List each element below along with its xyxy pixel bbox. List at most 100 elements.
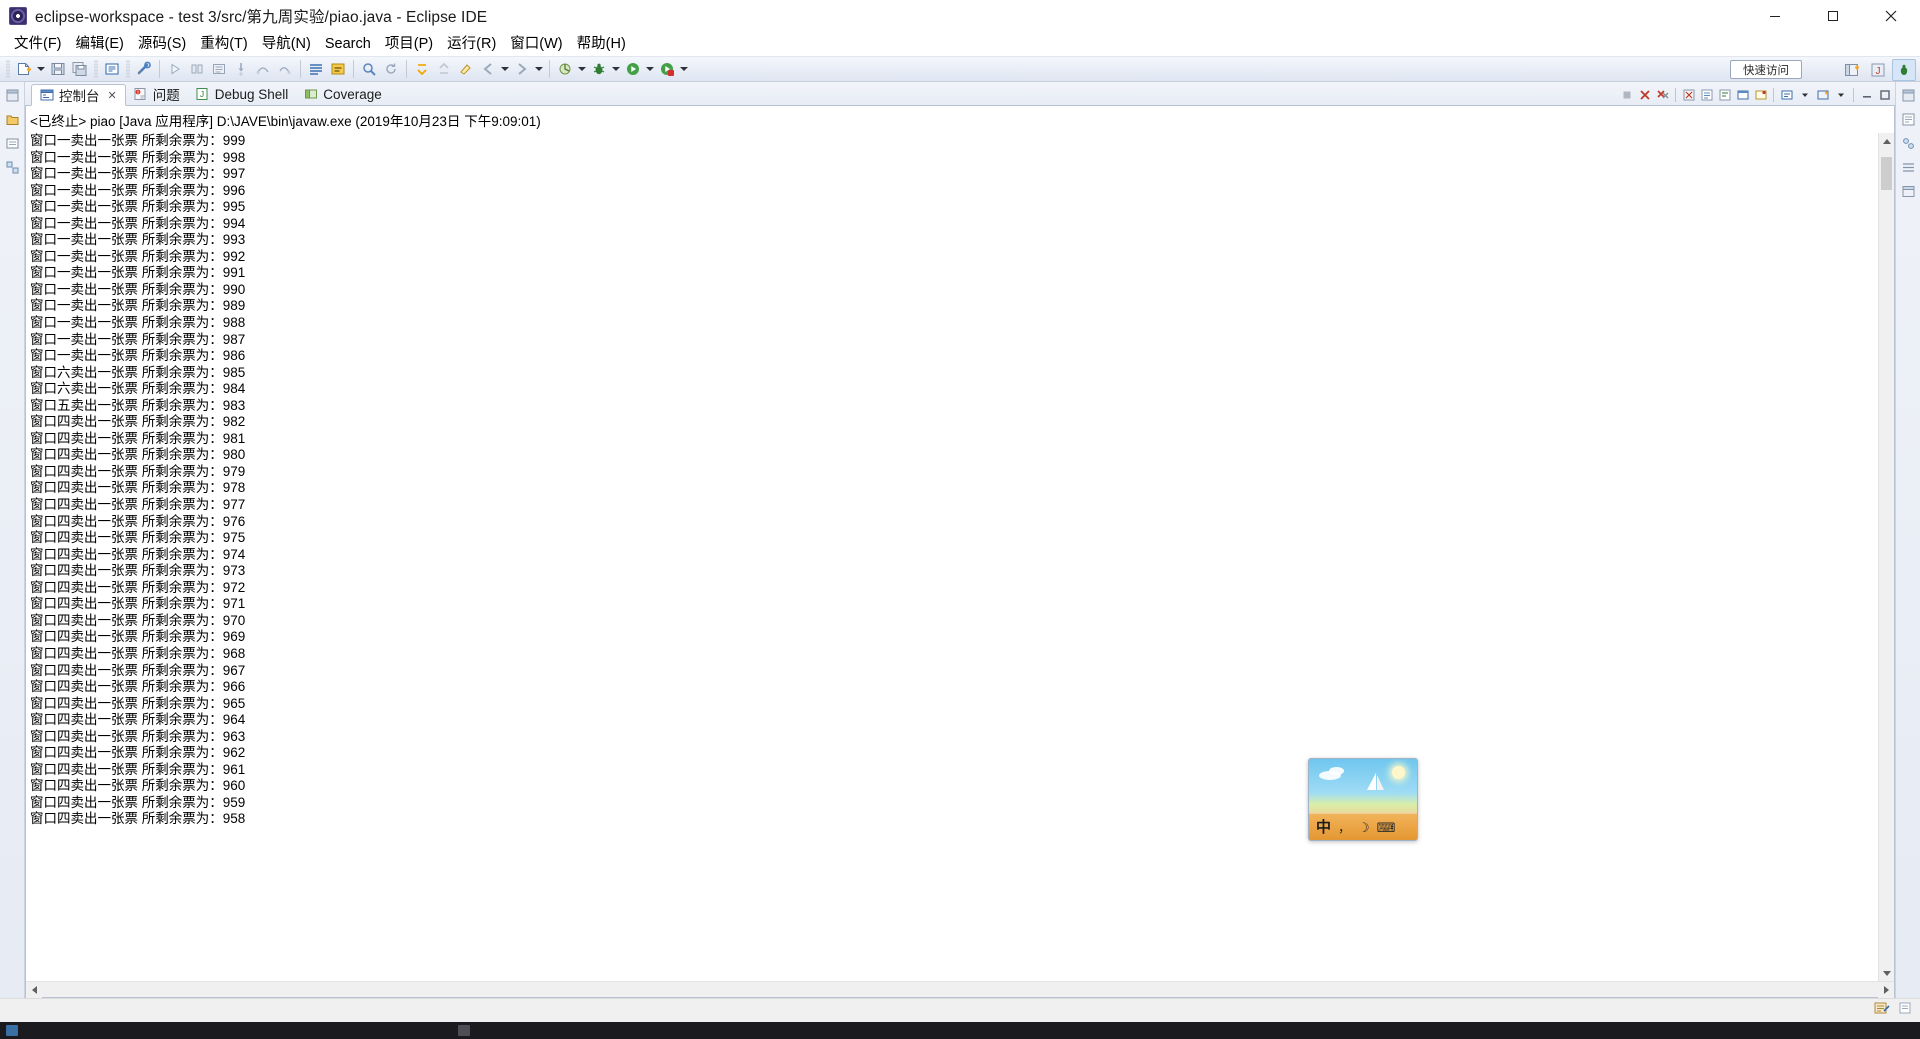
last-edit-location-icon[interactable] [455,58,477,80]
tab-problems[interactable]: 问题 [126,83,188,105]
menu-edit[interactable]: 编辑(E) [69,34,131,55]
history-icon[interactable] [380,58,402,80]
menu-project[interactable]: 项目(P) [378,34,440,55]
restore-icon[interactable] [3,86,22,105]
scroll-lock-icon[interactable] [1698,85,1715,104]
taskbar-item-1[interactable] [6,1025,18,1036]
debug-dropdown-icon[interactable] [610,58,622,80]
step-return-icon[interactable] [274,58,296,80]
console-line: 窗口一卖出一张票 所剩余票为：986 [30,348,246,364]
forward-dropdown-icon[interactable] [533,58,545,80]
minimize-view-icon[interactable] [1858,85,1875,104]
toolbar-grip-3[interactable] [126,60,130,78]
display-selected-console-icon[interactable] [1778,85,1795,104]
debug-icon[interactable] [588,58,610,80]
new-wizard-icon[interactable] [13,58,35,80]
coverage-icon[interactable] [554,58,576,80]
view-toolbar-separator-1 [1675,87,1676,102]
open-console-dropdown-icon[interactable] [1832,85,1849,104]
scroll-right-button[interactable] [1878,981,1894,998]
next-annotation-icon[interactable] [411,58,433,80]
toolbar-grip-2[interactable] [94,60,98,78]
toolbar-separator-4 [406,60,407,78]
previous-annotation-icon[interactable] [433,58,455,80]
vertical-scroll-thumb[interactable] [1881,157,1892,190]
save-icon[interactable] [47,58,69,80]
toggle-breakpoint-icon[interactable] [208,58,230,80]
debug-perspective-icon[interactable] [1892,59,1916,81]
maximize-button[interactable] [1804,0,1862,33]
search-icon[interactable] [358,58,380,80]
remove-launch-icon[interactable] [1636,85,1653,104]
external-tools-dropdown-icon[interactable] [678,58,690,80]
back-icon[interactable] [477,58,499,80]
new-wizard-dropdown-icon[interactable] [35,58,47,80]
taskbar-item-2[interactable] [458,1025,470,1036]
outline-icon[interactable] [3,158,22,177]
menu-file[interactable]: 文件(F) [7,34,69,55]
scroll-down-button[interactable] [1879,965,1894,981]
panel-view-icon[interactable] [1899,182,1918,201]
ime-keyboard[interactable]: ⌨ [1377,821,1396,834]
task-list-icon[interactable] [1899,110,1918,129]
build-icon[interactable] [133,58,155,80]
coverage-dropdown-icon[interactable] [576,58,588,80]
menu-help[interactable]: 帮助(H) [570,34,633,55]
console-horizontal-scrollbar[interactable] [26,981,1894,998]
outline-right-icon[interactable] [1899,134,1918,153]
quick-access-input[interactable]: 快速访问 [1730,60,1802,79]
console-line: 窗口一卖出一张票 所剩余票为：998 [30,149,246,165]
menu-source[interactable]: 源码(S) [131,34,193,55]
java-perspective-icon[interactable]: J [1866,59,1890,81]
pin-console-icon[interactable] [1752,85,1769,104]
scroll-up-button[interactable] [1879,133,1894,149]
tab-debug-shell[interactable]: J Debug Shell [188,83,297,105]
project-explorer-icon[interactable] [3,134,22,153]
tab-console-close-icon[interactable]: ✕ [108,89,117,102]
menu-search[interactable]: Search [318,34,378,55]
package-explorer-icon[interactable] [3,110,22,129]
skip-breakpoints-icon[interactable] [186,58,208,80]
javadoc-icon[interactable] [327,58,349,80]
display-console-dropdown-icon[interactable] [1796,85,1813,104]
ime-mode-chinese[interactable]: 中 [1316,820,1331,835]
console-output-text[interactable]: 窗口一卖出一张票 所剩余票为：999 窗口一卖出一张票 所剩余票为：998 窗口一卖… [26,133,1878,981]
scroll-left-button[interactable] [26,981,42,998]
show-console-on-output-icon[interactable] [1734,85,1751,104]
vertical-scroll-track[interactable] [1879,149,1894,965]
ime-moon[interactable]: ☽ [1358,821,1370,834]
run-last-tool-icon[interactable] [164,58,186,80]
open-perspective-icon[interactable] [1840,59,1864,81]
close-button[interactable] [1862,0,1920,33]
tab-coverage[interactable]: Coverage [296,83,390,105]
console-line: 窗口六卖出一张票 所剩余票为：985 [30,364,246,380]
run-icon[interactable] [622,58,644,80]
print-icon[interactable] [101,58,123,80]
tab-console[interactable]: 控制台 ✕ [31,84,126,106]
minimize-button[interactable] [1746,0,1804,33]
step-into-icon[interactable] [230,58,252,80]
grid-view-icon[interactable] [1899,158,1918,177]
back-dropdown-icon[interactable] [499,58,511,80]
toolbar-grip[interactable] [6,60,10,78]
remove-all-terminated-icon[interactable] [1654,85,1671,104]
restore-right-icon[interactable] [1899,86,1918,105]
open-console-icon[interactable] [1814,85,1831,104]
forward-icon[interactable] [511,58,533,80]
open-type-icon[interactable] [305,58,327,80]
run-dropdown-icon[interactable] [644,58,656,80]
step-over-icon[interactable] [252,58,274,80]
external-tools-icon[interactable] [656,58,678,80]
maximize-view-icon[interactable] [1876,85,1893,104]
menu-window[interactable]: 窗口(W) [503,34,569,55]
terminate-icon[interactable] [1618,85,1635,104]
menu-navigate[interactable]: 导航(N) [255,34,318,55]
menu-refactor[interactable]: 重构(T) [193,34,255,55]
word-wrap-icon[interactable] [1716,85,1733,104]
save-all-icon[interactable] [69,58,91,80]
menu-run[interactable]: 运行(R) [440,34,503,55]
console-vertical-scrollbar[interactable] [1878,133,1894,981]
ime-language-bar[interactable]: 中 ， ☽ ⌨ [1308,758,1418,841]
clear-console-icon[interactable] [1680,85,1697,104]
ime-punctuation[interactable]: ， [1338,821,1351,834]
